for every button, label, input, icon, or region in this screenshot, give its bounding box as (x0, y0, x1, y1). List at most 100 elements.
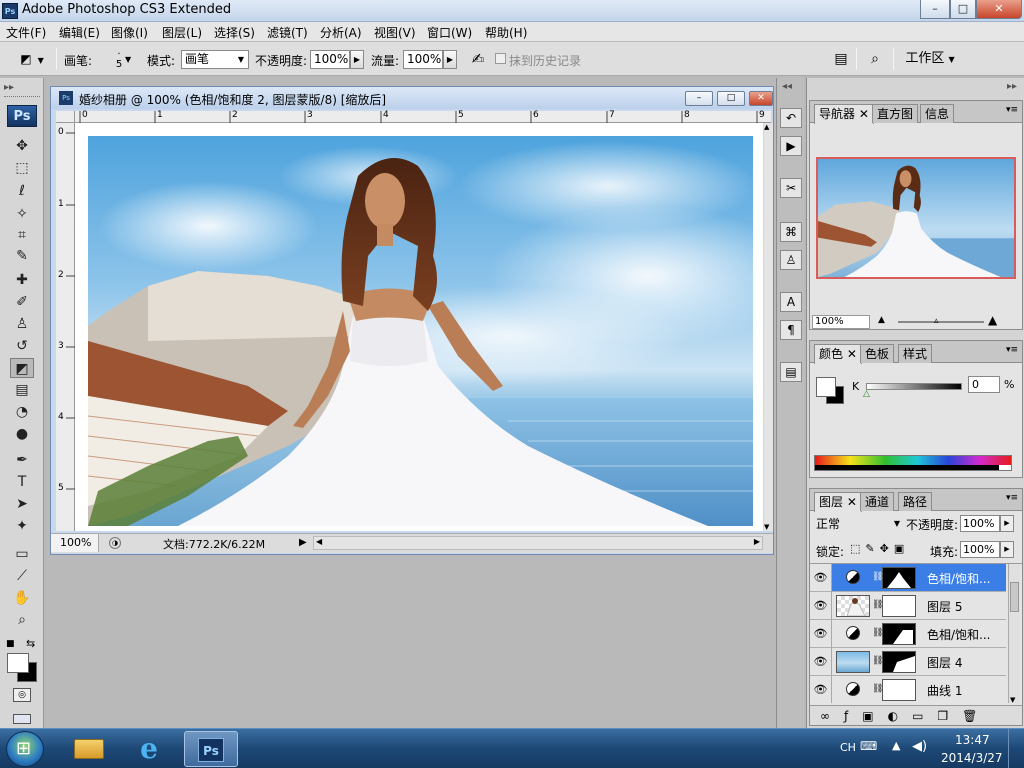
scroll-right-icon[interactable]: ▶ (754, 537, 760, 546)
scroll-left-icon[interactable]: ◀ (316, 537, 322, 546)
toolbox-grip[interactable] (4, 96, 40, 99)
visibility-eye-icon[interactable]: 👁 (810, 564, 832, 591)
zoom-in-icon[interactable]: ▲ (988, 313, 997, 327)
taskbar-ie[interactable]: e (122, 731, 176, 767)
zoom-out-icon[interactable]: ▲ (878, 315, 885, 325)
zoom-level-field[interactable]: 100% (51, 534, 99, 552)
eraser-tool-icon[interactable]: ◩ (10, 358, 34, 378)
palette-well-button[interactable]: ▤ (828, 47, 854, 71)
flow-input[interactable]: 100% (403, 50, 443, 69)
tab-layers[interactable]: 图层 ✕ (814, 492, 862, 512)
link-layers-icon[interactable]: ∞ (820, 709, 844, 723)
brushes-panel-icon[interactable]: ⌘ (780, 222, 802, 242)
layer-style-icon[interactable]: ƒ (844, 709, 862, 723)
move-tool-icon[interactable]: ✥ (10, 136, 34, 156)
actions-panel-icon[interactable]: ▶ (780, 136, 802, 156)
layer-mask-thumbnail[interactable] (882, 567, 916, 589)
tab-color[interactable]: 颜色 ✕ (814, 344, 862, 364)
vertical-scrollbar[interactable]: ▲ ▼ (764, 123, 773, 531)
layer-opacity-input[interactable]: 100% (960, 515, 1000, 532)
collapse-toolbox-icon[interactable]: ▸▸ (4, 82, 14, 93)
clone-source-icon[interactable]: ♙ (780, 250, 802, 270)
marquee-tool-icon[interactable]: ⬚ (10, 158, 34, 178)
new-adjustment-icon[interactable]: ◐ (888, 709, 912, 723)
scroll-down-icon[interactable]: ▼ (1010, 696, 1015, 703)
layer-mask-thumbnail[interactable] (882, 595, 916, 617)
layer-mask-thumbnail[interactable] (882, 623, 916, 645)
tab-paths[interactable]: 路径 (898, 492, 933, 511)
layers-footer-toolbar[interactable]: ∞ƒ▣◐▭❐🗑 (810, 705, 1022, 725)
foreground-color-swatch[interactable] (7, 653, 29, 673)
show-hidden-icons[interactable]: ▲ (892, 739, 900, 752)
show-desktop-button[interactable] (1008, 729, 1024, 768)
status-bar-icon[interactable]: ◑ (109, 537, 121, 549)
notes-tool-icon[interactable]: ▭ (10, 544, 34, 564)
visibility-eye-icon[interactable]: 👁 (810, 620, 832, 647)
blur-tool-icon[interactable]: ◔ (10, 402, 34, 422)
fill-slider-button[interactable]: ▶ (1000, 541, 1014, 558)
panel-menu-icon[interactable]: ▾≡ (1006, 493, 1018, 503)
tab-histogram[interactable]: 直方图 (872, 104, 919, 123)
visibility-eye-icon[interactable]: 👁 (810, 592, 832, 619)
bridge-button[interactable]: ⌕ (860, 47, 890, 71)
keyboard-icon[interactable]: ⌨ (860, 739, 877, 753)
doc-close-button[interactable]: ✕ (749, 91, 773, 106)
language-indicator[interactable]: CH (840, 741, 856, 754)
visibility-eye-icon[interactable]: 👁 (810, 648, 832, 675)
eyedropper-tool-icon[interactable]: ⟋ (10, 566, 34, 586)
layer-mask-thumbnail[interactable] (882, 679, 916, 701)
start-button[interactable]: ⊞ (6, 731, 44, 767)
menu-filter[interactable]: 滤镜(T) (267, 24, 308, 41)
color-foreground-swatch[interactable] (816, 377, 836, 397)
collapse-dock-icon[interactable]: ◂◂ (782, 81, 792, 92)
layer-row[interactable]: 👁 ⛓ 曲线 1 (810, 676, 1006, 703)
type-tool-icon[interactable]: T (10, 472, 34, 492)
path-selection-tool-icon[interactable]: ➤ (10, 494, 34, 514)
zoom-tool-icon[interactable]: ⌕ (10, 610, 34, 630)
document-title-bar[interactable]: Ps 婚纱相册 @ 100% (色相/饱和度 2, 图层蒙版/8) [缩放后] … (51, 87, 773, 109)
slice-tool-icon[interactable]: ✎ (10, 246, 34, 266)
blend-mode-select[interactable]: 正常 ▼ (816, 515, 904, 533)
history-panel-icon[interactable]: ↶ (780, 108, 802, 128)
erase-history-checkbox[interactable] (495, 53, 506, 64)
new-group-icon[interactable]: ▭ (912, 709, 937, 723)
layer-row[interactable]: 👁 ⛓ 图层 4 (810, 648, 1006, 676)
lasso-tool-icon[interactable]: ℓ (10, 181, 34, 201)
crop-tool-icon[interactable]: ⌗ (10, 225, 34, 245)
horizontal-ruler[interactable]: 0 1 2 3 4 5 6 7 8 9 (75, 110, 771, 123)
layers-scrollbar[interactable]: ▼ (1008, 564, 1020, 703)
color-spectrum-bar[interactable] (814, 455, 1012, 471)
add-mask-icon[interactable]: ▣ (862, 709, 887, 723)
swap-colors-icon[interactable]: ⇆ (26, 637, 35, 650)
restore-button[interactable]: □ (950, 0, 976, 19)
healing-brush-tool-icon[interactable]: ✚ (10, 270, 34, 290)
tool-presets-icon[interactable]: ✂ (780, 178, 802, 198)
tool-preset-picker[interactable]: ◩ ▼ (12, 47, 52, 71)
slider-thumb-icon[interactable]: ▵ (934, 316, 939, 326)
minimize-button[interactable]: – (920, 0, 950, 19)
clock-date[interactable]: 2014/3/27 (941, 751, 1003, 765)
opacity-input[interactable]: 100% (310, 50, 350, 69)
layer-opacity-slider-button[interactable]: ▶ (1000, 515, 1014, 532)
menu-help[interactable]: 帮助(H) (485, 24, 527, 41)
screen-mode-icon[interactable] (13, 714, 31, 724)
layer-mask-thumbnail[interactable] (882, 651, 916, 673)
shape-tool-icon[interactable]: ✦ (10, 516, 34, 536)
layer-thumbnail[interactable] (836, 651, 870, 673)
history-brush-tool-icon[interactable]: ↺ (10, 336, 34, 356)
menu-view[interactable]: 视图(V) (374, 24, 416, 41)
vertical-ruler[interactable]: 0 1 2 3 4 5 (56, 123, 75, 531)
taskbar-explorer[interactable] (62, 731, 116, 767)
status-menu-arrow-icon[interactable]: ▶ (299, 537, 307, 548)
pen-tool-icon[interactable]: ✒ (10, 450, 34, 470)
expand-dock-icon[interactable]: ▸▸ (1007, 81, 1017, 92)
panel-menu-icon[interactable]: ▾≡ (1006, 105, 1018, 115)
lock-options-icons[interactable]: ⬚✎✥▣ (850, 542, 909, 555)
default-colors-icon[interactable]: ■ (6, 639, 15, 649)
layer-comps-icon[interactable]: ▤ (780, 362, 802, 382)
spectrum-black-white-strip[interactable] (815, 465, 1011, 470)
menu-analysis[interactable]: 分析(A) (320, 24, 362, 41)
character-panel-icon[interactable]: A (780, 292, 802, 312)
layer-row[interactable]: 👁 ⛓ 色相/饱和... (810, 620, 1006, 648)
mode-select[interactable]: 画笔 ▼ (181, 50, 249, 69)
